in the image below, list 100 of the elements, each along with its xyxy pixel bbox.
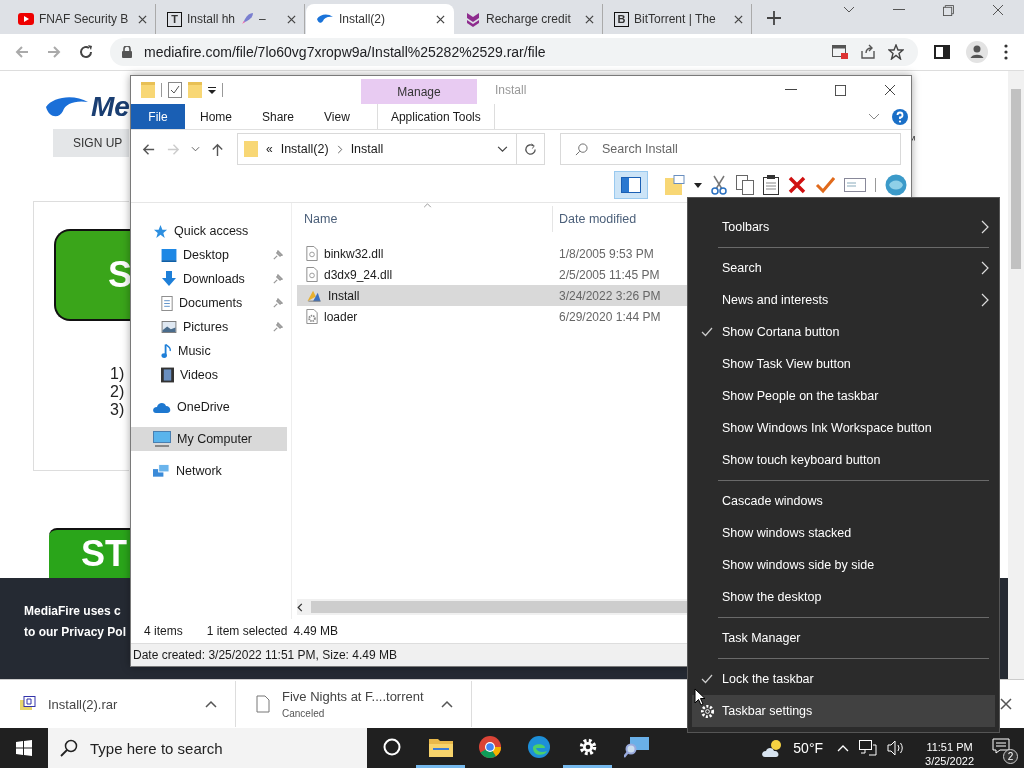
address-field[interactable]: « Install(2) Install (237, 133, 545, 165)
browser-tab[interactable]: Install(2) (306, 4, 454, 34)
navigation-item[interactable]: OneDrive (131, 395, 291, 419)
close-icon[interactable] (734, 14, 743, 24)
folder-view-icon[interactable] (665, 175, 685, 195)
ribbon-tab[interactable]: Share (247, 109, 310, 124)
chevron-down-icon[interactable] (497, 145, 508, 153)
clipboard-icon[interactable] (763, 175, 779, 195)
browser-tab[interactable]: T Install hh – (157, 4, 305, 34)
menu-item[interactable]: Lock the taskbar (692, 663, 995, 695)
menu-item[interactable]: Show Windows Ink Workspace button (692, 412, 995, 444)
globe-icon[interactable] (885, 174, 907, 196)
dropdown-icon[interactable] (694, 182, 702, 188)
network-icon (153, 463, 170, 479)
navigation-item[interactable]: My Computer (131, 427, 287, 451)
up-arrow-icon[interactable] (210, 141, 225, 157)
search-icon (575, 142, 588, 156)
volume-icon[interactable] (887, 740, 906, 756)
delete-x-icon[interactable] (788, 176, 806, 194)
monitor-magnifier-icon (623, 735, 650, 758)
menu-item[interactable]: Show windows stacked (692, 517, 995, 549)
star-icon[interactable] (888, 44, 904, 60)
navigation-item[interactable]: Documents (131, 291, 291, 315)
menu-item[interactable]: Show People on the taskbar (692, 380, 995, 412)
navigation-item[interactable]: Pictures (131, 315, 291, 339)
browser-tab[interactable]: Recharge credit (455, 4, 603, 34)
ribbon-tab[interactable]: View (309, 109, 365, 124)
close-icon[interactable] (1000, 698, 1012, 710)
document-icon (161, 295, 173, 311)
envelope-icon[interactable] (844, 178, 866, 192)
close-icon[interactable] (884, 84, 896, 96)
column-header[interactable]: Name (297, 212, 552, 226)
folder-icon (244, 141, 258, 157)
pane-toggle-button[interactable] (614, 171, 648, 199)
menu-item[interactable]: Show touch keyboard button (692, 444, 995, 476)
new-tab-icon[interactable] (767, 11, 781, 25)
checkmark-icon[interactable] (815, 176, 835, 194)
lock-icon (122, 46, 132, 58)
navigation-item[interactable]: Quick access (131, 219, 291, 243)
favicon-letter: T (167, 11, 182, 27)
scroll-left-icon[interactable] (297, 602, 303, 612)
chevron-up-icon[interactable] (837, 744, 850, 752)
minimize-icon[interactable] (785, 89, 797, 91)
navigation-item[interactable]: Desktop (131, 243, 291, 267)
reload-icon[interactable] (78, 44, 94, 60)
notifications-icon[interactable] (992, 738, 1010, 754)
overflow-chevron[interactable]: « (266, 142, 273, 156)
close-icon[interactable] (585, 14, 594, 24)
ribbon-tab[interactable]: Home (185, 109, 247, 124)
network-icon[interactable] (859, 740, 878, 756)
close-icon[interactable] (138, 14, 147, 24)
close-icon[interactable] (287, 14, 296, 24)
maximize-icon[interactable] (835, 84, 846, 96)
restore-icon[interactable] (943, 4, 954, 16)
caret-up-icon[interactable] (205, 700, 217, 708)
navigation-item[interactable]: Network (131, 459, 291, 483)
copy-icon[interactable] (736, 175, 754, 195)
menu-item[interactable]: Taskbar settings (692, 695, 995, 727)
windows-start-icon[interactable] (16, 740, 32, 756)
share-icon[interactable] (860, 44, 876, 60)
file-tab[interactable]: File (131, 104, 185, 129)
address-bar[interactable]: mediafire.com/file/7lo60vg7xropw9a/Install%25282%2529.rar/file (110, 38, 918, 66)
clock-time[interactable]: 11:51 PM (926, 740, 973, 754)
star-icon (153, 223, 168, 239)
minimize-icon[interactable] (893, 9, 905, 11)
caret-up-icon[interactable] (441, 700, 453, 708)
search-field[interactable]: Search Install (560, 133, 901, 165)
navigation-item[interactable]: Music (131, 339, 291, 363)
download-item[interactable]: Five Nights at F....torrent Canceled (236, 681, 472, 727)
checklist-icon[interactable] (168, 82, 182, 98)
chevron-down-icon[interactable] (868, 112, 880, 121)
close-icon[interactable] (992, 4, 1004, 16)
path-segment[interactable]: Install(2) (280, 142, 329, 156)
menu-icon[interactable] (1004, 44, 1008, 60)
clock-date[interactable]: 3/25/2022 (925, 754, 974, 768)
menu-item[interactable]: Show the desktop (692, 581, 995, 613)
browser-tab[interactable]: FNAF Security B (8, 4, 156, 34)
chevron-right-icon[interactable] (336, 144, 343, 154)
path-segment[interactable]: Install (350, 142, 384, 156)
close-icon[interactable] (436, 14, 445, 24)
side-panel-icon[interactable] (934, 45, 950, 59)
navigation-item[interactable]: Videos (131, 363, 291, 387)
menu-item[interactable]: Cascade windows (692, 485, 995, 517)
navigation-item[interactable]: Downloads (131, 267, 291, 291)
help-icon[interactable] (892, 108, 908, 125)
menu-item[interactable]: Task Manager (692, 622, 995, 654)
browser-tab[interactable]: B BitTorrent | The (604, 4, 752, 34)
download-item[interactable]: Install(2).rar (0, 681, 236, 727)
contextual-tab-header: Manage (361, 79, 477, 104)
sign-up-button[interactable]: SIGN UP (53, 129, 129, 157)
menu-item[interactable]: Show Task View button (692, 348, 995, 380)
blocked-popup-icon[interactable] (832, 45, 848, 59)
profile-avatar-icon[interactable] (966, 41, 988, 63)
chevron-icon[interactable] (843, 6, 855, 14)
taskbar-search-field[interactable]: Type here to search (48, 728, 367, 768)
scissors-icon[interactable] (711, 175, 727, 195)
dropdown-icon[interactable] (208, 86, 216, 94)
menu-item[interactable]: Show windows side by side (692, 549, 995, 581)
column-header[interactable]: Date modified (552, 206, 637, 232)
menu-item[interactable]: Toolbars (692, 211, 995, 243)
